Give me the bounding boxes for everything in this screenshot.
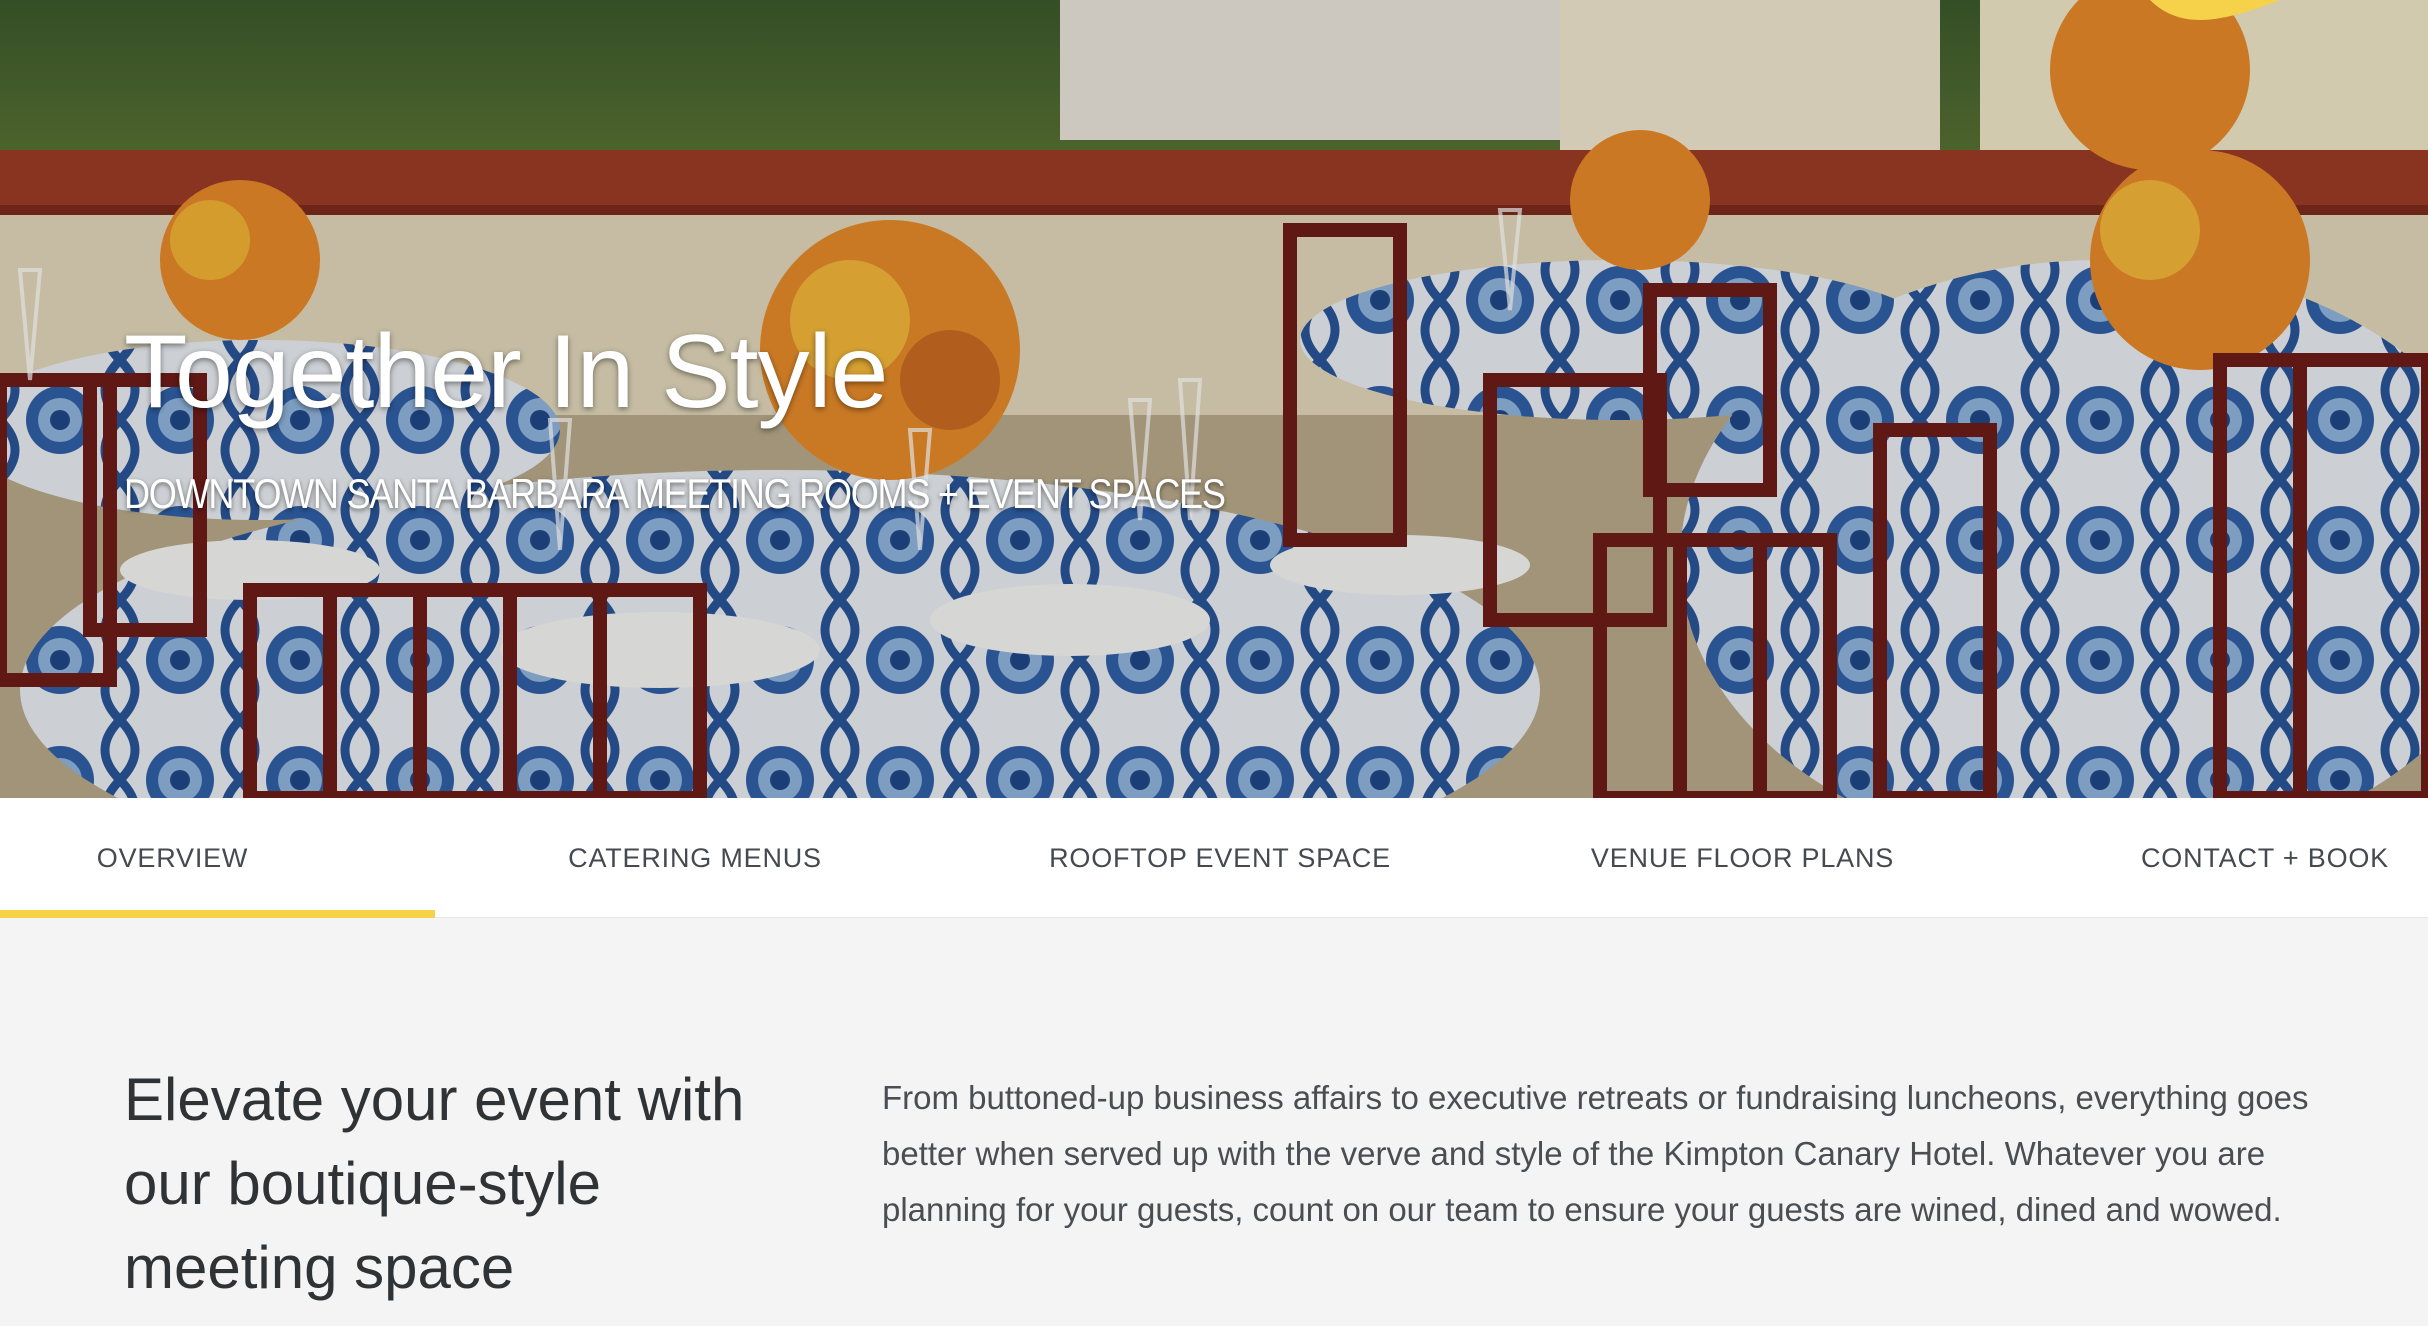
tab-rooftop-event-space[interactable]: ROOFTOP EVENT SPACE — [1020, 798, 1420, 918]
tab-contact-book[interactable]: CONTACT + BOOK — [2120, 798, 2410, 918]
hero-title: Together In Style — [124, 314, 888, 430]
hero-subtitle: DOWNTOWN SANTA BARBARA MEETING ROOMS + E… — [124, 470, 1226, 517]
active-tab-indicator — [0, 910, 435, 918]
section-headline: Elevate your event with our boutique-sty… — [124, 1066, 745, 1301]
hero-banner: Together In Style DOWNTOWN SANTA BARBARA… — [0, 0, 2428, 798]
tab-venue-floor-plans[interactable]: VENUE FLOOR PLANS — [1570, 798, 1915, 918]
tab-catering-menus[interactable]: CATERING MENUS — [520, 798, 870, 918]
section-body-text: From buttoned-up business affairs to exe… — [882, 1079, 2309, 1228]
tab-overview[interactable]: OVERVIEW — [0, 798, 345, 918]
section-tab-bar: OVERVIEW CATERING MENUS ROOFTOP EVENT SP… — [0, 798, 2428, 918]
overview-section: Elevate your event with our boutique-sty… — [0, 918, 2428, 1326]
